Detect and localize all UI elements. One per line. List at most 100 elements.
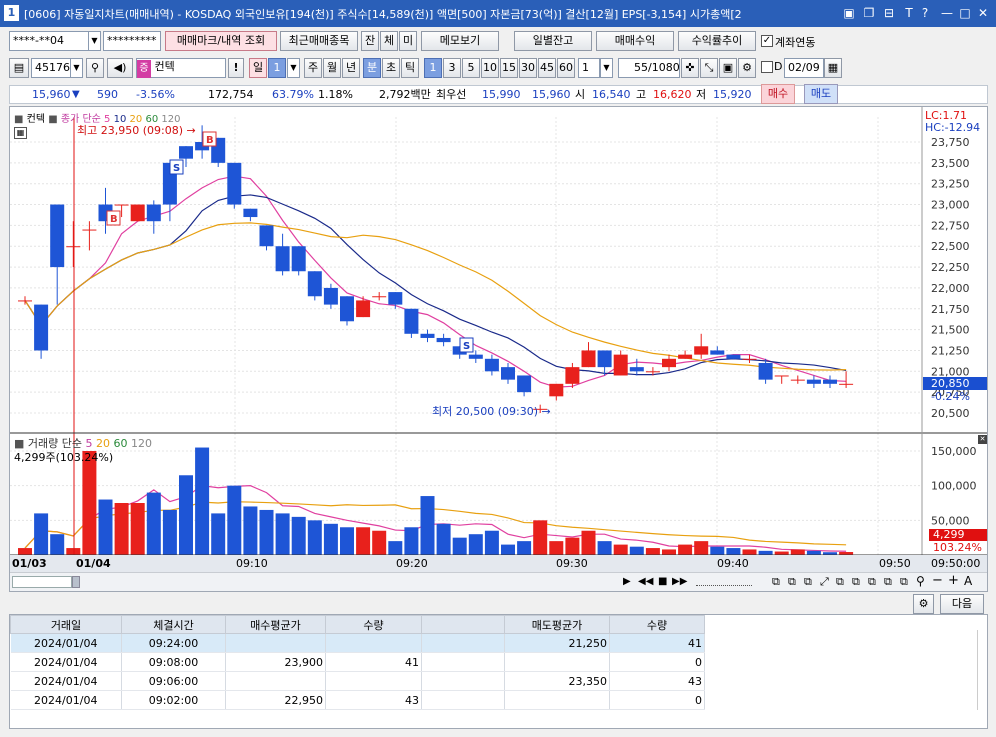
table-row[interactable]: 2024/01/04 09:06:00 23,350 43: [10, 671, 705, 691]
turnover-rate: 1.18%: [318, 88, 353, 101]
rewind-icon[interactable]: ◀◀: [638, 576, 653, 587]
table-cell: 2024/01/04: [10, 633, 122, 653]
zoom-out-icon[interactable]: −: [932, 573, 943, 588]
account-link-checkbox[interactable]: ✓: [761, 35, 773, 47]
scroll-track[interactable]: [12, 576, 72, 588]
minute-1[interactable]: 1: [424, 58, 442, 78]
view-icon-3[interactable]: ⧉: [804, 575, 812, 589]
warning-button[interactable]: !: [228, 58, 244, 78]
sell-button[interactable]: 매도: [804, 84, 838, 104]
view-icon-2[interactable]: ⧉: [788, 575, 796, 589]
trades-scrollbar[interactable]: [977, 630, 987, 710]
calendar-icon[interactable]: ▦: [824, 58, 842, 78]
account-dropdown[interactable]: ▼: [88, 31, 101, 51]
daily-balance-button[interactable]: 일별잔고: [514, 31, 592, 51]
speed-slider[interactable]: [696, 578, 752, 586]
view-icon-5[interactable]: ⧉: [852, 575, 860, 589]
close-icon[interactable]: ✕: [976, 6, 990, 20]
stock-name-field[interactable]: 증 컨텍: [136, 58, 226, 78]
pane-close-icon[interactable]: ✕: [978, 435, 987, 444]
minute-45[interactable]: 45: [538, 58, 556, 78]
period-second[interactable]: 초: [382, 58, 400, 78]
custom-unit-input[interactable]: 1: [578, 58, 600, 78]
expand-icon[interactable]: ⤢: [820, 575, 829, 589]
chart-area[interactable]: 23,750 23,500 23,250 23,000 22,750 22,500 22,2…: [9, 106, 988, 592]
font-icon[interactable]: T: [902, 6, 916, 20]
minute-30[interactable]: 30: [519, 58, 537, 78]
period-month[interactable]: 월: [323, 58, 341, 78]
next-button[interactable]: 다음: [940, 594, 984, 614]
window-icon-3[interactable]: ⊟: [882, 6, 896, 20]
view-icon-1[interactable]: ⧉: [772, 575, 780, 589]
stock-code-dropdown[interactable]: ▼: [70, 58, 83, 78]
gear-icon[interactable]: ⚙: [738, 58, 756, 78]
table-row[interactable]: 2024/01/04 09:02:00 22,950 43 0: [10, 690, 705, 710]
scroll-thumb[interactable]: [72, 576, 80, 588]
window-icon-2[interactable]: ❐: [862, 6, 876, 20]
date-checkbox[interactable]: [761, 61, 773, 73]
date-input[interactable]: 02/09: [784, 58, 824, 78]
forward-icon[interactable]: ▶▶: [672, 576, 687, 587]
current-price: 15,960: [32, 88, 71, 101]
minute-60[interactable]: 60: [557, 58, 575, 78]
stock-code-input[interactable]: 451760: [31, 58, 71, 78]
minute-10[interactable]: 10: [481, 58, 499, 78]
yield-trend-button[interactable]: 수익률추이: [678, 31, 756, 51]
legend-square-icon: ■: [14, 114, 24, 125]
minute-5[interactable]: 5: [462, 58, 480, 78]
table-row[interactable]: 2024/01/04 09:24:00 21,250 41: [10, 633, 705, 653]
chart-svg[interactable]: 23,750 23,500 23,250 23,000 22,750 22,500 22,2…: [10, 107, 987, 591]
maximize-icon[interactable]: □: [958, 6, 972, 20]
minute-3[interactable]: 3: [443, 58, 461, 78]
text-tool-icon[interactable]: A: [964, 574, 972, 588]
unfilled-tab[interactable]: 미: [399, 31, 417, 51]
stop-icon[interactable]: ■: [658, 576, 667, 587]
sound-icon[interactable]: ◀): [107, 58, 133, 78]
count-input[interactable]: 55/10800: [618, 58, 680, 78]
period-year[interactable]: 년: [342, 58, 360, 78]
view-icon-8[interactable]: ⧉: [900, 575, 908, 589]
minute-15[interactable]: 15: [500, 58, 518, 78]
candle: [645, 371, 660, 373]
zoom-in-icon[interactable]: +: [948, 573, 959, 588]
period-minute[interactable]: 분: [363, 58, 381, 78]
period-week[interactable]: 주: [304, 58, 322, 78]
play-icon[interactable]: ▶: [623, 576, 631, 587]
minimize-icon[interactable]: —: [940, 6, 954, 20]
balance-tab[interactable]: 잔: [361, 31, 379, 51]
volume-bar: [227, 485, 242, 555]
recent-trades-button[interactable]: 최근매매종목: [280, 31, 358, 51]
scroll-bar[interactable]: ▶ ◀◀ ■ ▶▶ ⧉ ⧉ ⧉ ⤢ ⧉ ⧉ ⧉ ⧉ ⧉ ⚲ − + A: [10, 572, 987, 591]
zoom-search-icon[interactable]: ⚲: [916, 574, 925, 588]
buy-mark-1-label: B: [206, 135, 214, 146]
chart-settings-icon[interactable]: ▤: [9, 58, 29, 78]
zoom-icon[interactable]: ✜: [681, 58, 699, 78]
table-cell: 41: [325, 652, 422, 672]
period-tick[interactable]: 틱: [401, 58, 419, 78]
window-icon-1[interactable]: ▣: [842, 6, 856, 20]
candle: [501, 367, 515, 380]
custom-unit-dropdown[interactable]: ▼: [600, 58, 613, 78]
account-input[interactable]: ****-**04: [9, 31, 89, 51]
view-icon-6[interactable]: ⧉: [868, 575, 876, 589]
search-icon[interactable]: ⚲: [86, 58, 104, 78]
memo-button[interactable]: 메모보기: [421, 31, 499, 51]
save-icon[interactable]: ▣: [719, 58, 737, 78]
buy-button[interactable]: 매수: [761, 84, 795, 104]
period-day-num[interactable]: 1: [268, 58, 286, 78]
period-num-dropdown[interactable]: ▼: [287, 58, 300, 78]
draw-tool-icon[interactable]: ⤡: [700, 58, 718, 78]
settings-gear-icon[interactable]: ⚙: [913, 594, 934, 614]
table-view-icon[interactable]: ▦: [14, 127, 27, 139]
candle: [179, 146, 193, 159]
password-input[interactable]: *********: [103, 31, 161, 51]
trade-profit-button[interactable]: 매매수익: [596, 31, 674, 51]
trade-marks-button[interactable]: 매매마크/내역 조회: [165, 31, 277, 51]
view-icon-4[interactable]: ⧉: [836, 575, 844, 589]
view-icon-7[interactable]: ⧉: [884, 575, 892, 589]
window-title: [0606] 자동일지차트(매매내역) - KOSDAQ 외국인보유[194(천…: [24, 8, 742, 21]
help-icon[interactable]: ?: [918, 6, 932, 20]
filled-tab[interactable]: 체: [380, 31, 398, 51]
period-day[interactable]: 일: [249, 58, 267, 78]
table-row[interactable]: 2024/01/04 09:08:00 23,900 41 0: [10, 652, 705, 672]
